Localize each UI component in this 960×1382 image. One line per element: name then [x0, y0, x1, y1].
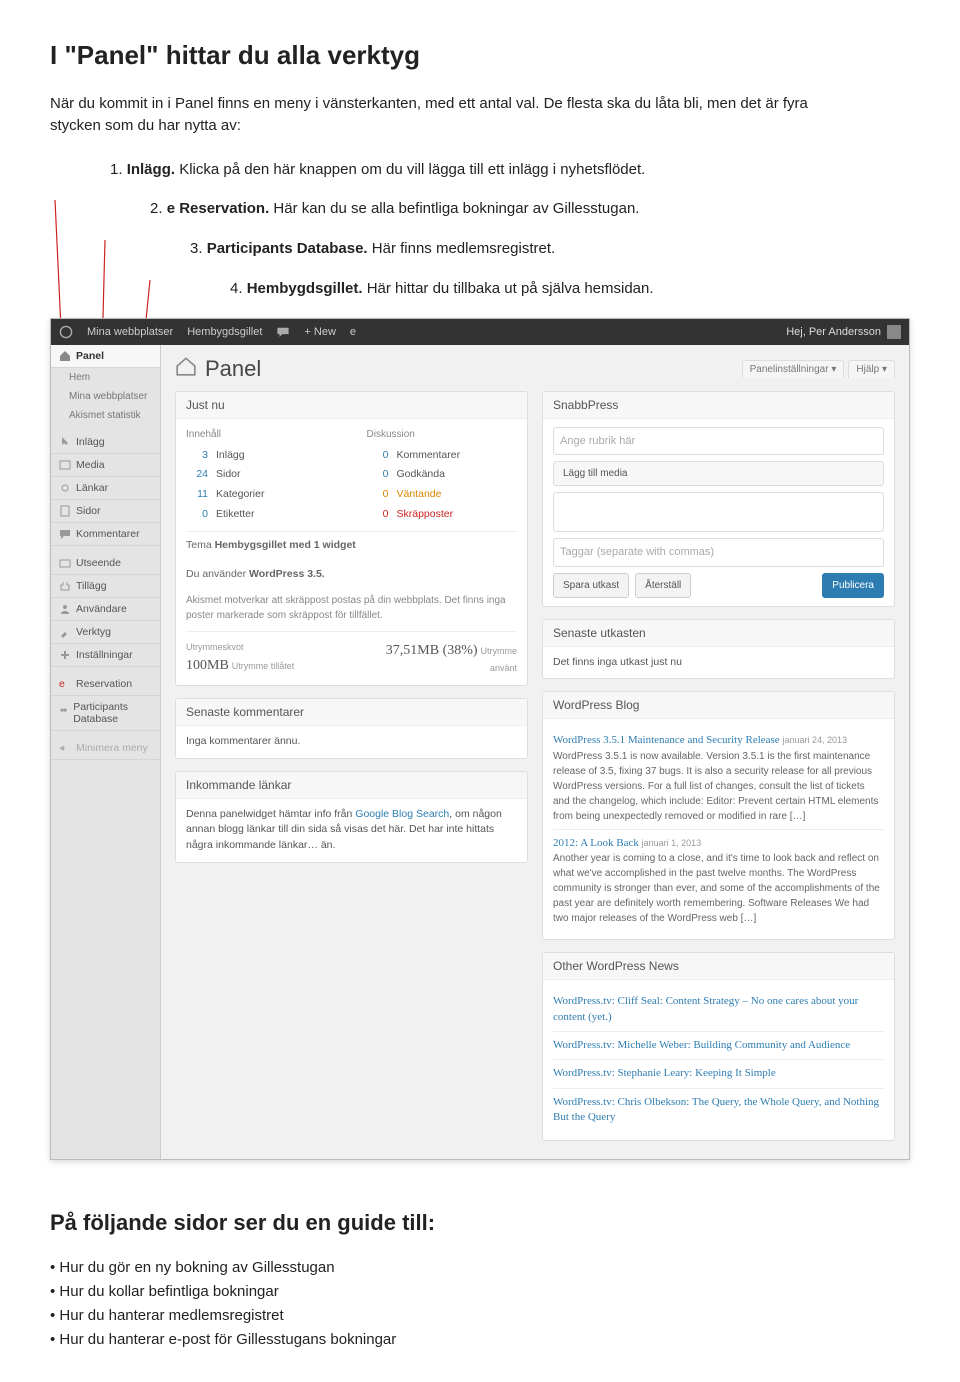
doc-footer-title: På följande sidor ser du en guide till: [50, 1210, 910, 1236]
save-draft-button[interactable]: Spara utkast [553, 573, 629, 598]
panel-heading: Panel [175, 355, 261, 383]
list-item: Hur du hanterar medlemsregistret [50, 1304, 910, 1328]
doc-title: I "Panel" hittar du alla verktyg [50, 40, 910, 71]
other-news-link[interactable]: WordPress.tv: Chris Olbekson: The Query,… [553, 1088, 884, 1132]
other-news-link[interactable]: WordPress.tv: Cliff Seal: Content Strate… [553, 988, 884, 1031]
quickpress-content-input[interactable] [553, 492, 884, 532]
sidebar-item-installningar[interactable]: Inställningar [51, 644, 160, 667]
sidebar-item-inlagg[interactable]: Inlägg [51, 431, 160, 454]
sidebar-item-verktyg[interactable]: Verktyg [51, 621, 160, 644]
quickpress-title-input[interactable]: Ange rubrik här [553, 427, 884, 456]
tab-panel-settings[interactable]: Panelinställningar ▾ [742, 360, 845, 378]
link-icon [59, 482, 71, 494]
collapse-icon: ◂ [59, 742, 71, 754]
box-title: Just nu [176, 392, 527, 419]
sidebar-item-tillagg[interactable]: Tillägg [51, 575, 160, 598]
users-icon [59, 603, 71, 615]
blog-item[interactable]: WordPress 3.5.1 Maintenance and Security… [553, 727, 884, 829]
box-senaste-utkasten: Senaste utkasten Det finns inga utkast j… [542, 619, 895, 680]
blog-item[interactable]: 2012: A Look Back januari 1, 2013 Anothe… [553, 829, 884, 932]
doc-numbered-list: 1. Inlägg. Klicka på den här knappen om … [50, 159, 910, 300]
tools-icon [59, 626, 71, 638]
home-icon [175, 355, 197, 383]
appearance-icon [59, 557, 71, 569]
doc-bullet-list: Hur du gör en ny bokning av Gillesstugan… [50, 1256, 910, 1352]
wp-logo-icon[interactable] [59, 325, 73, 339]
sidebar-item-kommentarer[interactable]: Kommentarer [51, 523, 160, 546]
tab-help[interactable]: Hjälp ▾ [848, 360, 895, 378]
sidebar-item-utseende[interactable]: Utseende [51, 552, 160, 575]
sidebar-sub-akismet[interactable]: Akismet statistik [51, 406, 160, 425]
comment-icon [59, 528, 71, 540]
box-senaste-kommentarer: Senaste kommentarer Inga kommentarer änn… [175, 698, 528, 759]
other-news-link[interactable]: WordPress.tv: Michelle Weber: Building C… [553, 1031, 884, 1059]
sidebar-item-reservation[interactable]: e Reservation [51, 673, 160, 696]
e-reservation-icon: e [59, 678, 71, 690]
sidebar-item-media[interactable]: Media [51, 454, 160, 477]
wordpress-screenshot: Mina webbplatser Hembygdsgillet + New e … [50, 318, 910, 1160]
reset-button[interactable]: Återställ [635, 573, 691, 598]
topbar-e-icon[interactable]: e [350, 326, 356, 338]
topbar-comments-icon[interactable] [276, 325, 290, 339]
sidebar-item-anvandare[interactable]: Användare [51, 598, 160, 621]
publish-button[interactable]: Publicera [822, 573, 884, 598]
add-media-button[interactable]: Lägg till media [553, 461, 884, 486]
dashboard-icon [59, 350, 71, 362]
sidebar-item-panel[interactable]: Panel [51, 345, 160, 368]
sidebar-sub-mysites[interactable]: Mina webbplatser [51, 387, 160, 406]
participants-icon [59, 707, 68, 719]
quickpress-tags-input[interactable]: Taggar (separate with commas) [553, 538, 884, 567]
topbar-new[interactable]: + New [304, 326, 336, 338]
list-item: Hur du gör en ny bokning av Gillesstugan [50, 1256, 910, 1280]
settings-icon [59, 649, 71, 661]
list-item: Hur du hanterar e-post för Gillesstugans… [50, 1328, 910, 1352]
topbar-mysites[interactable]: Mina webbplatser [87, 326, 173, 338]
google-blog-search-link[interactable]: Google Blog Search [355, 808, 449, 820]
admin-topbar: Mina webbplatser Hembygdsgillet + New e … [51, 319, 909, 345]
box-other-news: Other WordPress News WordPress.tv: Cliff… [542, 952, 895, 1140]
box-wordpress-blog: WordPress Blog WordPress 3.5.1 Maintenan… [542, 691, 895, 940]
topbar-greeting[interactable]: Hej, Per Andersson [786, 326, 881, 338]
avatar-icon[interactable] [887, 325, 901, 339]
sidebar-item-participants[interactable]: Participants Database [51, 696, 160, 731]
sidebar-item-lankar[interactable]: Länkar [51, 477, 160, 500]
sidebar-item-minimize[interactable]: ◂ Minimera meny [51, 737, 160, 760]
plugin-icon [59, 580, 71, 592]
topbar-sitename[interactable]: Hembygdsgillet [187, 326, 262, 338]
sidebar-item-sidor[interactable]: Sidor [51, 500, 160, 523]
page-icon [59, 505, 71, 517]
box-just-nu: Just nu Innehåll 3Inlägg 24Sidor 11Kateg… [175, 391, 528, 686]
pin-icon [59, 436, 71, 448]
sidebar-sub-hem[interactable]: Hem [51, 368, 160, 387]
box-snabbpress: SnabbPress Ange rubrik här Lägg till med… [542, 391, 895, 607]
doc-intro: När du kommit in i Panel finns en meny i… [50, 93, 830, 137]
other-news-link[interactable]: WordPress.tv: Stephanie Leary: Keeping I… [553, 1059, 884, 1087]
list-item: Hur du kollar befintliga bokningar [50, 1280, 910, 1304]
box-inkommande-lankar: Inkommande länkar Denna panelwidget hämt… [175, 771, 528, 863]
media-icon [59, 459, 71, 471]
admin-sidebar: Panel Hem Mina webbplatser Akismet stati… [51, 345, 161, 1159]
